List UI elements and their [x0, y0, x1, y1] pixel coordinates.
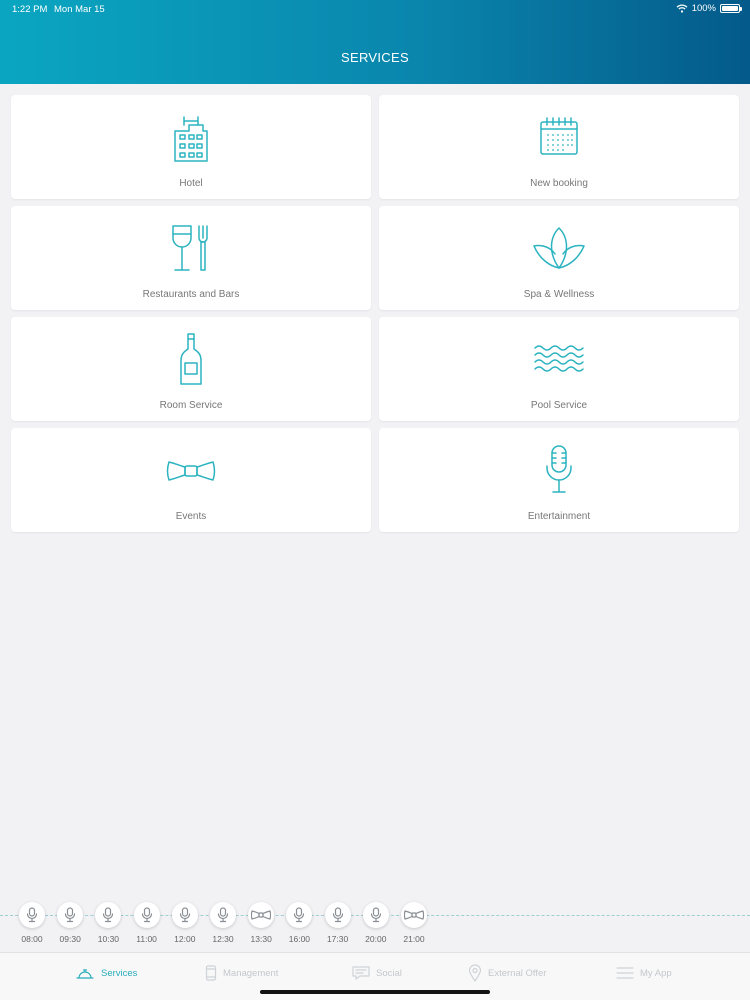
timeline-time: 12:30	[212, 934, 234, 944]
location-pin-icon	[468, 964, 482, 982]
tab-social[interactable]: Social	[352, 963, 402, 983]
status-right: 100%	[676, 3, 742, 14]
timeline-time: 11:00	[136, 934, 157, 944]
tab-services[interactable]: Services	[75, 963, 137, 983]
service-card-spa[interactable]: Spa & Wellness	[379, 206, 739, 310]
timeline-item[interactable]: 17:30	[321, 902, 355, 944]
phone-icon	[205, 965, 217, 981]
service-card-pool-service[interactable]: Pool Service	[379, 317, 739, 421]
timeline-item[interactable]: 20:00	[359, 902, 393, 944]
timeline-item[interactable]: 13:30	[244, 902, 278, 944]
tab-label: Services	[101, 967, 138, 979]
timeline-item[interactable]: 12:00	[168, 902, 202, 944]
status-time: 1:22 PM	[12, 4, 48, 15]
timeline-time: 08:00	[21, 934, 43, 944]
timeline-time: 17:30	[326, 934, 349, 944]
battery-icon	[720, 4, 742, 13]
timeline-item[interactable]: 10:30	[91, 902, 125, 944]
page-title: SERVICES	[341, 50, 409, 65]
microphone-icon	[286, 902, 313, 928]
service-card-restaurants[interactable]: Restaurants and Bars	[11, 206, 371, 310]
hotel-icon	[163, 109, 219, 165]
microphone-icon	[57, 902, 84, 928]
timeline-item[interactable]: 11:00	[130, 902, 164, 944]
tab-label: Management	[223, 967, 279, 979]
tab-label: My App	[640, 967, 672, 979]
timeline-item[interactable]: 08:00	[15, 902, 49, 944]
service-label: Hotel	[179, 178, 203, 189]
bowtie-icon	[248, 902, 275, 928]
timeline-item[interactable]: 12:30	[206, 902, 240, 944]
tab-my-app[interactable]: My App	[616, 963, 672, 983]
service-card-new-booking[interactable]: New booking	[379, 95, 739, 199]
wifi-icon	[676, 4, 688, 13]
services-grid: Hotel New booking Restaurants and Bars S…	[11, 95, 739, 532]
service-card-events[interactable]: Events	[11, 428, 371, 532]
home-indicator	[260, 990, 490, 994]
timeline-time: 21:00	[403, 934, 425, 944]
bowtie-icon	[163, 442, 219, 498]
service-label: Room Service	[159, 400, 223, 411]
timeline-item[interactable]: 16:00	[282, 902, 316, 944]
microphone-icon	[171, 902, 198, 928]
service-card-room-service[interactable]: Room Service	[11, 317, 371, 421]
service-label: New booking	[530, 178, 588, 189]
chat-icon	[352, 966, 370, 980]
microphone-icon	[95, 902, 122, 928]
timeline-time: 20:00	[365, 934, 387, 944]
tab-label: Social	[376, 967, 402, 979]
timeline-time: 13:30	[250, 934, 272, 944]
bowtie-icon	[401, 902, 427, 928]
timeline-item[interactable]: 09:30	[53, 902, 87, 944]
microphone-icon	[210, 902, 236, 928]
timeline-item[interactable]: 21:00	[397, 902, 431, 944]
service-card-entertainment[interactable]: Entertainment	[379, 428, 739, 532]
lotus-icon	[531, 220, 587, 276]
events-timeline: 08:00 09:30 10:30 11:00 12:00 12:30 13:30 16:00…	[0, 900, 750, 950]
status-bar: 1:22 PM Mon Mar 15 100%	[0, 0, 750, 20]
service-label: Entertainment	[527, 511, 591, 522]
service-label: Restaurants and Bars	[142, 289, 240, 300]
timeline-time: 12:00	[174, 934, 196, 944]
service-card-hotel[interactable]: Hotel	[11, 95, 371, 199]
service-label: Events	[175, 511, 207, 522]
microphone-icon	[324, 902, 351, 928]
microphone-icon	[19, 902, 45, 928]
microphone-icon	[362, 902, 389, 928]
microphone-icon	[531, 442, 587, 498]
status-date: Mon Mar 15	[54, 4, 105, 15]
header-bar: 1:22 PM Mon Mar 15 100% SERVICES	[0, 0, 750, 84]
bell-icon	[76, 969, 94, 979]
waves-icon	[531, 331, 587, 387]
service-label: Spa & Wellness	[523, 289, 595, 300]
tab-management[interactable]: Management	[205, 963, 278, 983]
menu-icon	[616, 967, 634, 979]
microphone-icon	[133, 902, 160, 928]
tab-label: External Offer	[488, 967, 547, 979]
timeline-time: 09:30	[59, 934, 81, 944]
service-label: Pool Service	[530, 400, 588, 411]
tab-external-offer[interactable]: External Offer	[468, 963, 546, 983]
timeline-time: 16:00	[288, 934, 311, 944]
wine-fork-icon	[163, 220, 219, 276]
bottle-icon	[163, 331, 219, 387]
timeline-time: 10:30	[97, 934, 120, 944]
calendar-icon	[531, 109, 587, 165]
battery-percent: 100%	[691, 3, 716, 14]
